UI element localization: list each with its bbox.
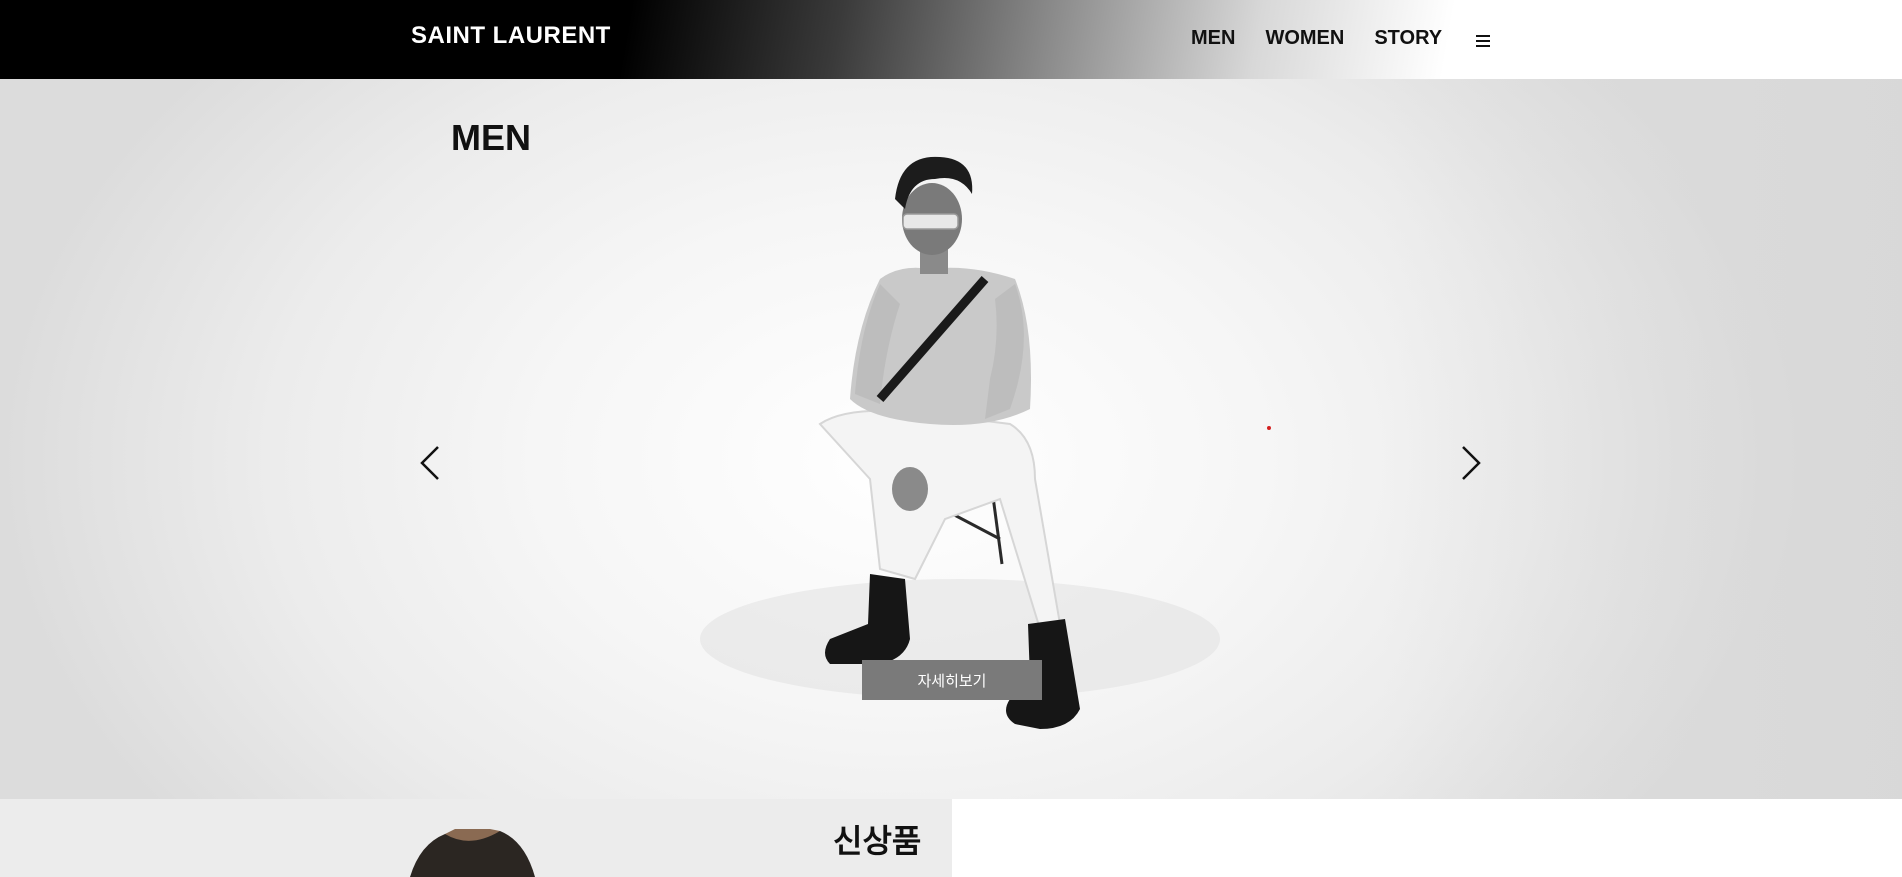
new-products-section: 신상품 [0,799,952,877]
hero-title: MEN [451,117,531,158]
hamburger-icon[interactable] [1474,31,1494,49]
nav-item-women[interactable]: WOMEN [1265,27,1344,50]
site-header: SAINT LAURENT MEN WOMEN STORY [0,0,1902,79]
chevron-left-icon [420,446,439,480]
next-slide-button[interactable] [1453,439,1487,487]
main-nav: MEN WOMEN STORY [1191,27,1494,50]
view-details-button[interactable]: 자세히보기 [862,660,1042,700]
product-thumbnail [410,829,535,877]
nav-item-men[interactable]: MEN [1191,27,1235,50]
prev-slide-button[interactable] [415,439,449,487]
nav-item-story[interactable]: STORY [1374,27,1442,50]
slide-indicator-dot [1267,426,1271,430]
chevron-right-icon [1462,446,1481,480]
section-title: 신상품 [833,822,922,860]
brand-logo[interactable]: SAINT LAURENT [411,22,611,50]
hero-slider: MEN 자세히보기 [0,79,1902,799]
